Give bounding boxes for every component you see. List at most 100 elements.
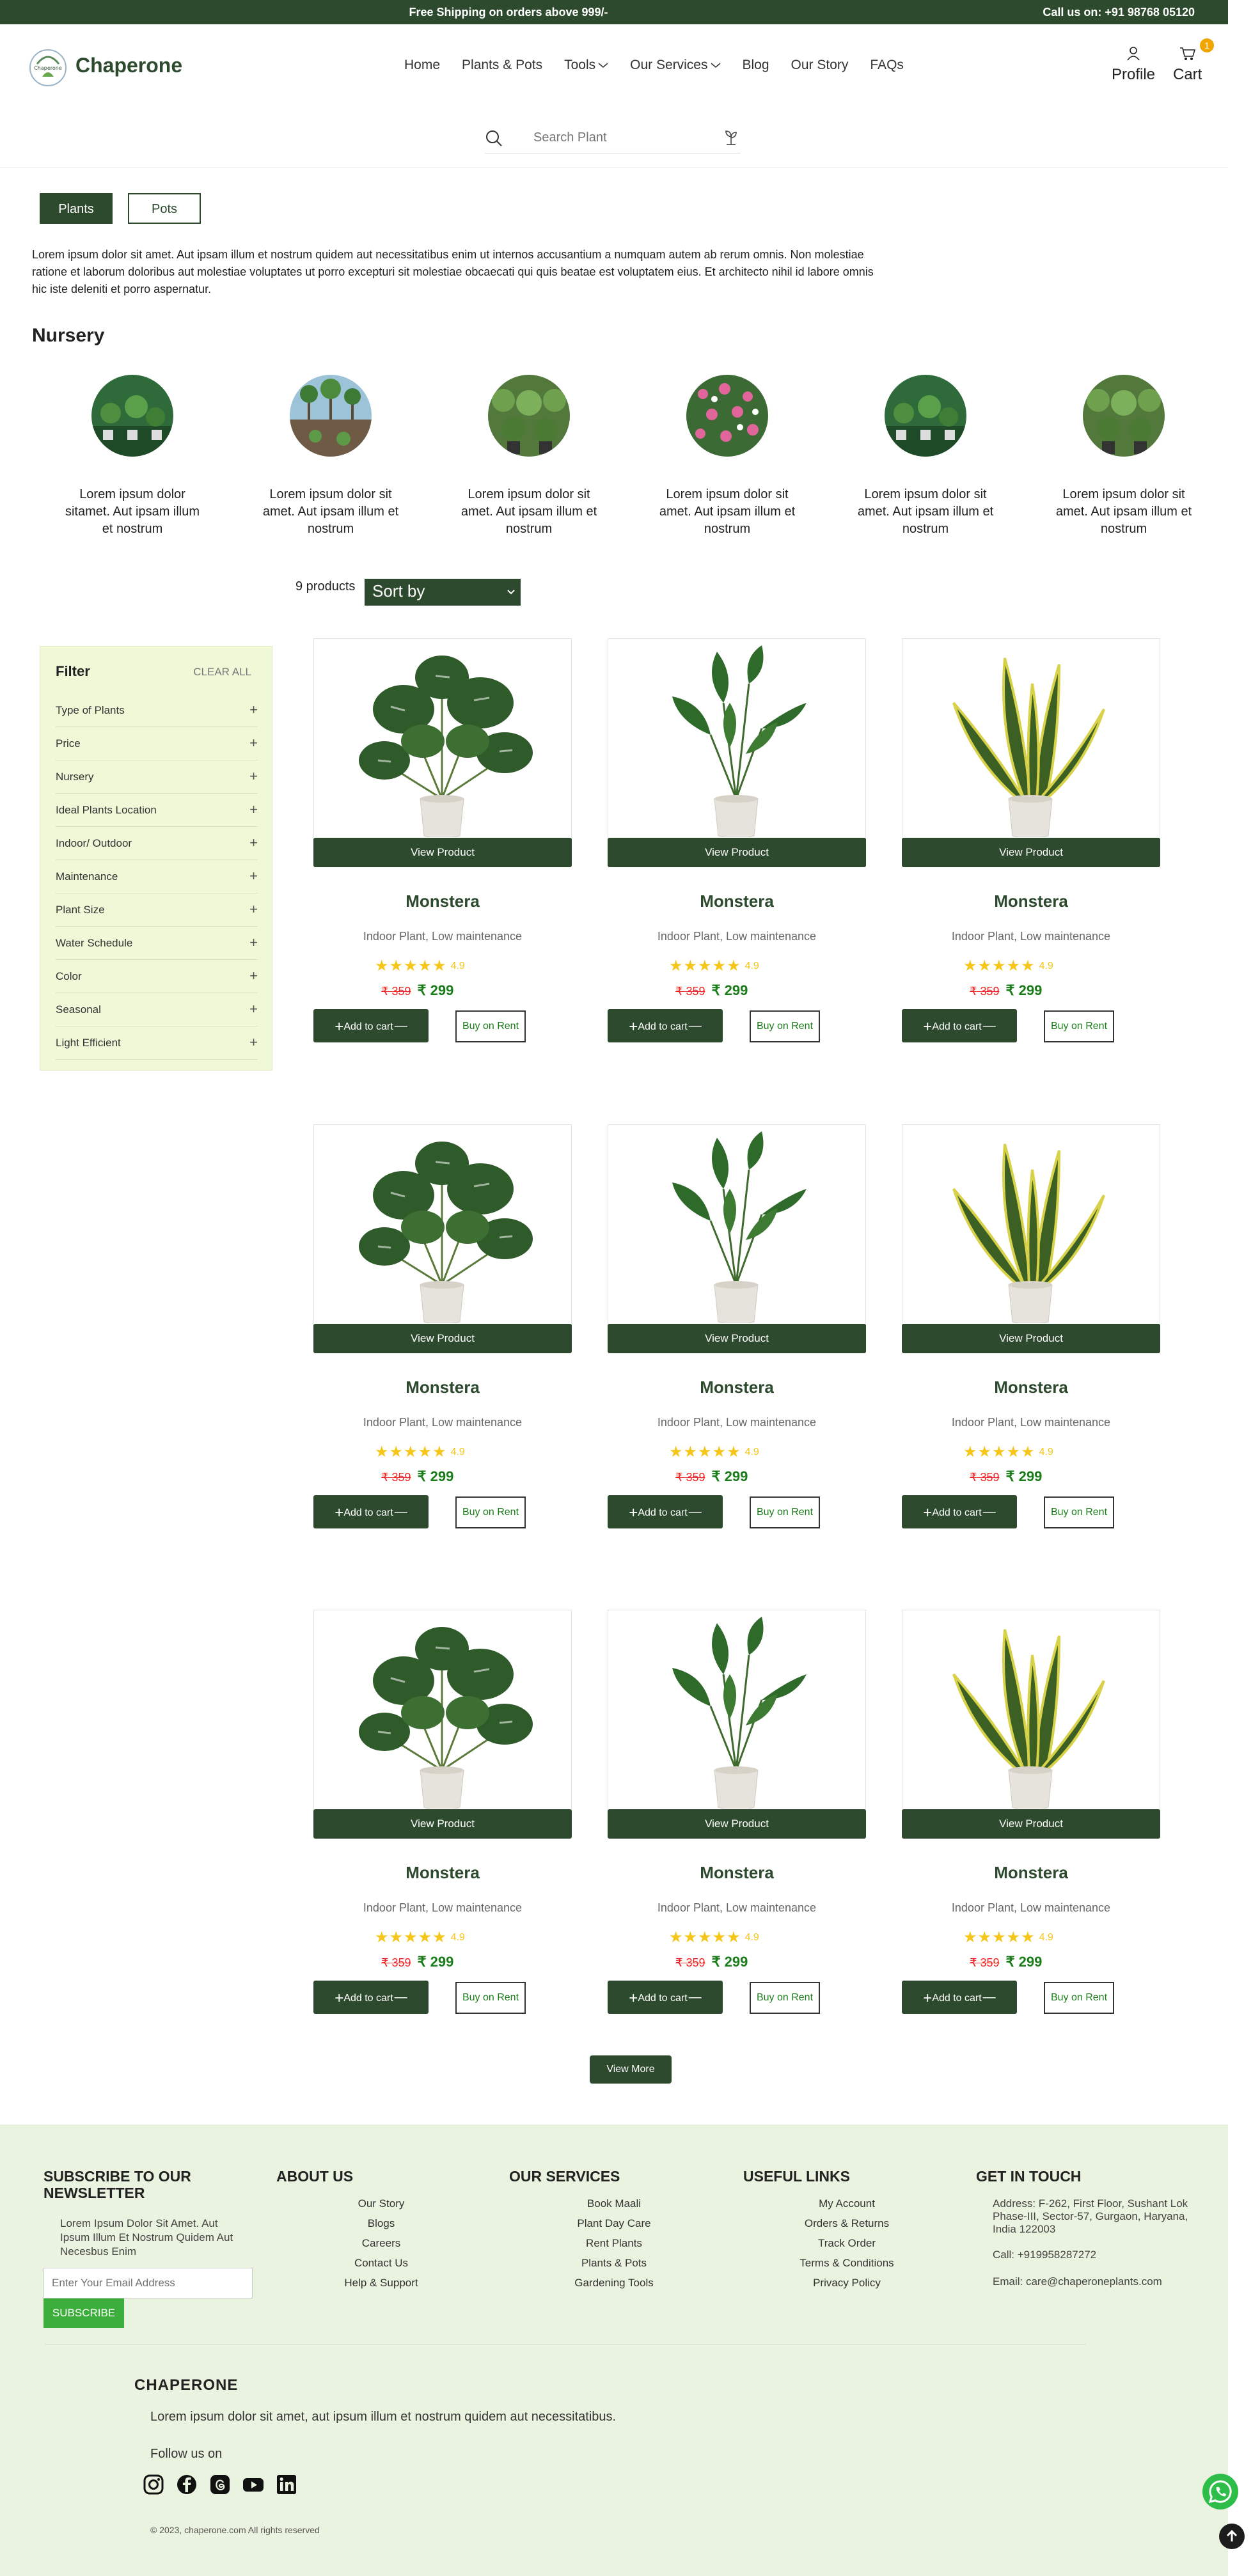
view-product-button[interactable]: View Product <box>608 838 866 867</box>
filter-item[interactable]: Price + <box>56 727 258 760</box>
product-card[interactable]: View Product Monstera Indoor Plant, Low ma… <box>608 638 866 1054</box>
nursery-item[interactable]: Lorem ipsum dolor sit amet. Aut ipsam il… <box>654 375 801 538</box>
nursery-item[interactable]: Lorem ipsum dolor sit amet. Aut ipsam il… <box>257 375 404 538</box>
tab-pots[interactable]: Pots <box>128 193 201 224</box>
sort-select[interactable]: Sort by <box>365 579 521 606</box>
nav-tools[interactable]: Tools <box>564 58 608 73</box>
facebook-icon[interactable] <box>175 2473 198 2496</box>
filter-item[interactable]: Indoor/ Outdoor + <box>56 827 258 860</box>
nav-home[interactable]: Home <box>404 58 440 73</box>
nursery-item[interactable]: Lorem ipsum dolor sit amet. Aut ipsam il… <box>1050 375 1197 538</box>
add-to-cart-button[interactable]: +Add to cart — <box>902 1495 1017 1528</box>
footer-link[interactable]: Orders & Returns <box>764 2217 930 2237</box>
product-name[interactable]: Monstera <box>902 1863 1160 1883</box>
buy-on-rent-button[interactable]: Buy on Rent <box>1044 1010 1114 1042</box>
view-more-button[interactable]: View More <box>590 2055 672 2084</box>
product-card[interactable]: View Product Monstera Indoor Plant, Low ma… <box>902 638 1160 1054</box>
profile-button[interactable]: Profile <box>1112 46 1155 84</box>
footer-link[interactable]: Help & Support <box>298 2277 464 2297</box>
nursery-item[interactable]: Lorem ipsum dolor sit amet. Aut ipsam il… <box>455 375 602 538</box>
instagram-icon[interactable] <box>142 2473 165 2496</box>
buy-on-rent-button[interactable]: Buy on Rent <box>455 1010 526 1042</box>
footer-link[interactable]: Plant Day Care <box>531 2217 697 2237</box>
phone-text[interactable]: Call: +919958287272 <box>993 2249 1191 2261</box>
search-icon[interactable] <box>485 129 503 147</box>
view-product-button[interactable]: View Product <box>902 838 1160 867</box>
nav-our-services[interactable]: Our Services <box>630 58 720 73</box>
filter-item[interactable]: Light Efficient + <box>56 1026 258 1060</box>
view-product-button[interactable]: View Product <box>608 1324 866 1353</box>
search-input[interactable] <box>533 128 719 147</box>
add-to-cart-button[interactable]: +Add to cart — <box>313 1495 429 1528</box>
footer-link[interactable]: Gardening Tools <box>531 2277 697 2297</box>
footer-link[interactable]: Blogs <box>298 2217 464 2237</box>
filter-item[interactable]: Maintenance + <box>56 860 258 893</box>
clear-all-button[interactable]: CLEAR ALL <box>193 666 251 679</box>
cart-button[interactable]: 1 Cart <box>1173 38 1214 84</box>
buy-on-rent-button[interactable]: Buy on Rent <box>455 1982 526 2014</box>
nav-our-story[interactable]: Our Story <box>791 58 849 73</box>
product-image[interactable] <box>608 1610 866 1835</box>
footer-link[interactable]: Contact Us <box>298 2257 464 2277</box>
plant-scan-icon[interactable] <box>723 129 739 146</box>
product-name[interactable]: Monstera <box>313 1378 572 1397</box>
view-product-button[interactable]: View Product <box>608 1809 866 1839</box>
view-product-button[interactable]: View Product <box>902 1324 1160 1353</box>
footer-link[interactable]: Track Order <box>764 2237 930 2257</box>
product-image[interactable] <box>902 1610 1160 1835</box>
footer-link[interactable]: Book Maali <box>531 2197 697 2217</box>
footer-link[interactable]: Privacy Policy <box>764 2277 930 2297</box>
product-name[interactable]: Monstera <box>313 891 572 911</box>
buy-on-rent-button[interactable]: Buy on Rent <box>750 1010 820 1042</box>
filter-item[interactable]: Plant Size + <box>56 893 258 927</box>
footer-link[interactable]: Our Story <box>298 2197 464 2217</box>
filter-item[interactable]: Type of Plants + <box>56 694 258 727</box>
footer-link[interactable]: Careers <box>298 2237 464 2257</box>
footer-link[interactable]: My Account <box>764 2197 930 2217</box>
whatsapp-button[interactable] <box>1202 2474 1238 2509</box>
product-card[interactable]: View Product Monstera Indoor Plant, Low ma… <box>313 638 572 1054</box>
filter-item[interactable]: Ideal Plants Location + <box>56 794 258 827</box>
product-image[interactable] <box>313 638 572 863</box>
filter-item[interactable]: Water Schedule + <box>56 927 258 960</box>
product-card[interactable]: View Product Monstera Indoor Plant, Low ma… <box>313 1124 572 1540</box>
product-image[interactable] <box>313 1124 572 1349</box>
product-image[interactable] <box>902 638 1160 863</box>
product-card[interactable]: View Product Monstera Indoor Plant, Low ma… <box>608 1124 866 1540</box>
back-to-top-button[interactable] <box>1219 2524 1245 2549</box>
linkedin-icon[interactable] <box>275 2473 298 2496</box>
add-to-cart-button[interactable]: +Add to cart — <box>902 1981 1017 2014</box>
filter-item[interactable]: Nursery + <box>56 760 258 794</box>
nursery-item[interactable]: Lorem ipsum dolor sitamet. Aut ipsam ill… <box>59 375 206 538</box>
email-text[interactable]: Email: care@chaperoneplants.com <box>993 2275 1191 2288</box>
product-image[interactable] <box>608 638 866 863</box>
threads-icon[interactable] <box>209 2473 232 2496</box>
nursery-item[interactable]: Lorem ipsum dolor sit amet. Aut ipsam il… <box>852 375 999 538</box>
product-image[interactable] <box>313 1610 572 1835</box>
tab-plants[interactable]: Plants <box>40 193 113 224</box>
buy-on-rent-button[interactable]: Buy on Rent <box>1044 1982 1114 2014</box>
buy-on-rent-button[interactable]: Buy on Rent <box>455 1496 526 1528</box>
brand-name[interactable]: Chaperone <box>75 54 182 77</box>
nav-plants-pots[interactable]: Plants & Pots <box>462 58 542 73</box>
product-image[interactable] <box>608 1124 866 1349</box>
add-to-cart-button[interactable]: +Add to cart — <box>902 1009 1017 1042</box>
add-to-cart-button[interactable]: +Add to cart — <box>313 1981 429 2014</box>
product-name[interactable]: Monstera <box>608 891 866 911</box>
product-name[interactable]: Monstera <box>608 1378 866 1397</box>
nav-blog[interactable]: Blog <box>743 58 769 73</box>
product-name[interactable]: Monstera <box>902 891 1160 911</box>
add-to-cart-button[interactable]: +Add to cart — <box>608 1495 723 1528</box>
view-product-button[interactable]: View Product <box>902 1809 1160 1839</box>
product-name[interactable]: Monstera <box>313 1863 572 1883</box>
nav-faqs[interactable]: FAQs <box>870 58 904 73</box>
add-to-cart-button[interactable]: +Add to cart — <box>608 1981 723 2014</box>
view-product-button[interactable]: View Product <box>313 1809 572 1839</box>
call-us-text[interactable]: Call us on: +91 98768 05120 <box>1043 6 1195 19</box>
youtube-icon[interactable] <box>242 2473 265 2496</box>
view-product-button[interactable]: View Product <box>313 838 572 867</box>
product-card[interactable]: View Product Monstera Indoor Plant, Low ma… <box>902 1610 1160 2025</box>
footer-link[interactable]: Plants & Pots <box>531 2257 697 2277</box>
product-name[interactable]: Monstera <box>608 1863 866 1883</box>
logo-icon[interactable]: Chaperone <box>28 45 68 90</box>
